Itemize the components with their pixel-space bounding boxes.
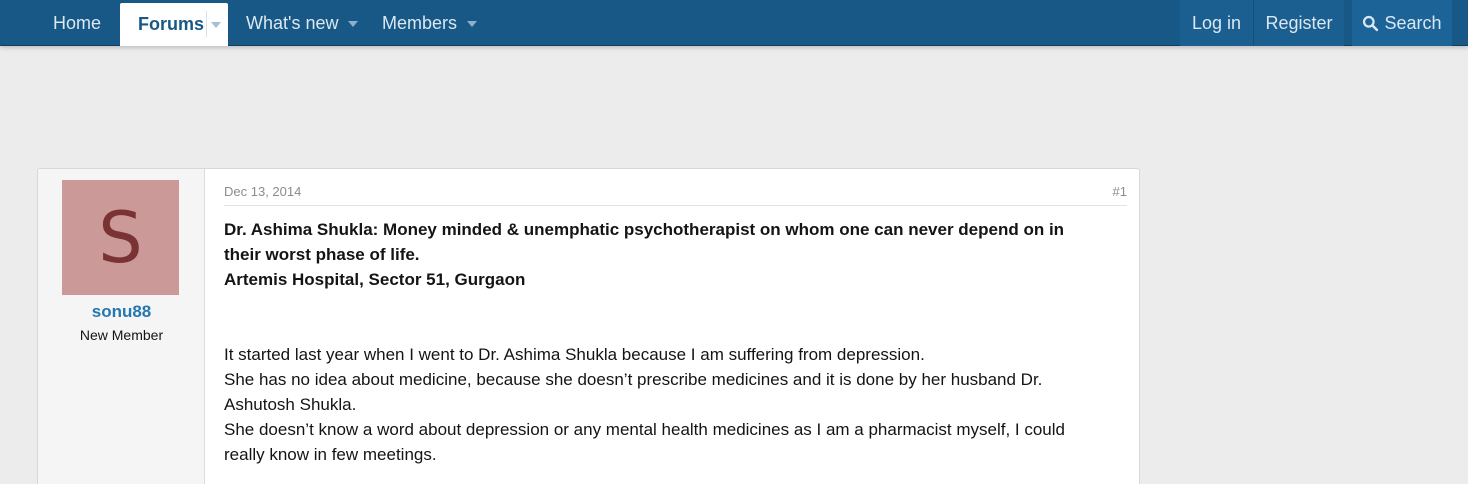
post-title-line: Dr. Ashima Shukla: Money minded & unemph…	[224, 220, 1065, 239]
search-label: Search	[1384, 12, 1442, 33]
author-username[interactable]: sonu88	[38, 302, 205, 322]
nav-whats-new[interactable]: What's new	[246, 0, 359, 46]
post-body-line: really know in few meetings.	[224, 445, 437, 464]
nav-whats-new-label: What's new	[246, 12, 339, 33]
search-icon	[1363, 15, 1379, 31]
avatar[interactable]: S	[62, 180, 179, 295]
post-body-line: Ashutosh Shukla.	[224, 395, 357, 414]
post-content-area: Dec 13, 2014 #1 Dr. Ashima Shukla: Money…	[224, 169, 1127, 484]
post-permalink-number[interactable]: #1	[1113, 184, 1127, 199]
forum-post: S sonu88 New Member Dec 13, 2014 #1 Dr. …	[37, 168, 1140, 484]
chevron-down-icon[interactable]	[348, 21, 359, 27]
nav-home[interactable]: Home	[53, 0, 101, 46]
nav-forums-label: Forums	[138, 14, 205, 34]
login-label: Log in	[1191, 12, 1242, 33]
nav-home-label: Home	[53, 12, 102, 33]
register-label: Register	[1265, 12, 1333, 33]
search-button[interactable]: Search	[1352, 0, 1452, 46]
post-title-line: their worst phase of life.	[224, 245, 420, 264]
nav-forums[interactable]: Forums	[120, 3, 228, 46]
post-meta-bar: Dec 13, 2014 #1	[224, 184, 1127, 206]
author-user-title: New Member	[79, 327, 164, 343]
post-title-line: Artemis Hospital, Sector 51, Gurgaon	[224, 270, 526, 289]
forums-dropdown-toggle[interactable]	[206, 11, 224, 37]
nav-members-label: Members	[382, 12, 458, 33]
post-body: Dr. Ashima Shukla: Money minded & unemph…	[224, 217, 1114, 467]
top-navigation-bar: Home Forums What's new Members Log in Re…	[0, 0, 1468, 46]
post-body-line: She has no idea about medicine, because …	[224, 370, 1043, 389]
post-body-line: It started last year when I went to Dr. …	[224, 345, 925, 364]
post-body-line: She doesn’t know a word about depression…	[224, 420, 1065, 439]
chevron-down-icon[interactable]	[467, 21, 478, 27]
nav-members[interactable]: Members	[382, 0, 478, 46]
avatar-letter: S	[98, 196, 143, 279]
post-author-panel: S sonu88 New Member	[38, 169, 205, 484]
register-button[interactable]: Register	[1254, 0, 1344, 46]
post-date[interactable]: Dec 13, 2014	[224, 184, 301, 199]
chevron-down-icon	[210, 22, 221, 28]
login-button[interactable]: Log in	[1180, 0, 1254, 46]
